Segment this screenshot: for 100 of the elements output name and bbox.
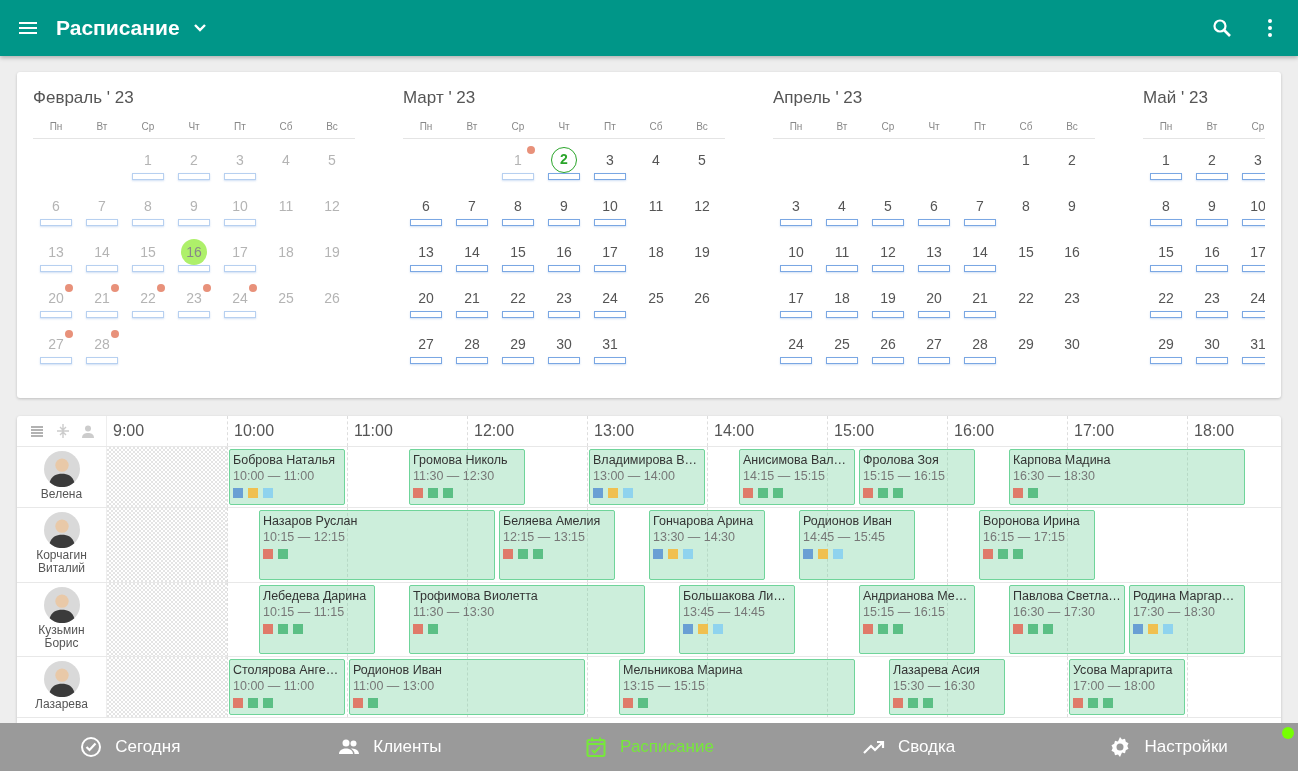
calendar-day[interactable]: 10 — [783, 239, 809, 265]
calendar-day[interactable]: 29 — [1013, 331, 1039, 357]
calendar-day[interactable]: 15 — [505, 239, 531, 265]
calendar-day[interactable]: 19 — [689, 239, 715, 265]
appointment-card[interactable]: Карпова Мадина 16:30 — 18:30 — [1009, 449, 1245, 506]
calendar-day[interactable]: 12 — [689, 193, 715, 219]
calendar-day[interactable]: 3 — [1245, 147, 1265, 173]
calendar-day[interactable]: 15 — [1013, 239, 1039, 265]
calendar-day[interactable]: 15 — [1153, 239, 1179, 265]
calendar-day[interactable]: 22 — [1153, 285, 1179, 311]
calendar-day[interactable]: 21 — [459, 285, 485, 311]
calendar-day[interactable]: 29 — [1153, 331, 1179, 357]
calendar-day[interactable]: 1 — [1153, 147, 1179, 173]
calendar-day[interactable]: 20 — [413, 285, 439, 311]
calendar-day[interactable]: 30 — [1199, 331, 1225, 357]
calendar-day[interactable]: 16 — [1199, 239, 1225, 265]
calendar-day[interactable]: 23 — [551, 285, 577, 311]
calendar-day[interactable]: 6 — [413, 193, 439, 219]
calendar-day[interactable]: 10 — [597, 193, 623, 219]
calendar-day[interactable]: 31 — [1245, 331, 1265, 357]
calendar-day[interactable]: 8 — [1153, 193, 1179, 219]
calendar-day[interactable]: 3 — [597, 147, 623, 173]
calendar-day[interactable]: 22 — [505, 285, 531, 311]
calendar-day[interactable]: 28 — [967, 331, 993, 357]
calendar-day[interactable]: 18 — [643, 239, 669, 265]
calendar-day[interactable]: 9 — [1199, 193, 1225, 219]
calendar-day[interactable]: 2 — [1199, 147, 1225, 173]
appointment-card[interactable]: Фролова Зоя 15:15 — 16:15 — [859, 449, 975, 506]
appointment-card[interactable]: Громова Николь 11:30 — 12:30 — [409, 449, 525, 506]
appointment-card[interactable]: Андрианова Ме… 15:15 — 16:15 — [859, 584, 975, 654]
calendar-day[interactable]: 17 — [1245, 239, 1265, 265]
calendar-day[interactable]: 8 — [505, 193, 531, 219]
calendar-day[interactable]: 7 — [967, 193, 993, 219]
calendar-day[interactable]: 14 — [459, 239, 485, 265]
list-icon[interactable] — [28, 423, 45, 439]
appointment-card[interactable]: Павлова Светла… 16:30 — 17:30 — [1009, 584, 1125, 654]
avatar[interactable] — [43, 451, 80, 487]
calendar-day[interactable]: 5 — [689, 147, 715, 173]
calendar-day[interactable]: 13 — [413, 239, 439, 265]
calendar-day[interactable]: 8 — [1013, 193, 1039, 219]
appointment-card[interactable]: Воронова Ирина 16:15 — 17:15 — [979, 510, 1095, 580]
calendar-day[interactable]: 11 — [829, 239, 855, 265]
avatar[interactable] — [43, 512, 80, 549]
calendar-day[interactable]: 19 — [875, 285, 901, 311]
calendar-day[interactable]: 21 — [967, 285, 993, 311]
calendar-day[interactable]: 24 — [1245, 285, 1265, 311]
calendar-day[interactable]: 17 — [783, 285, 809, 311]
calendar-day[interactable]: 6 — [921, 193, 947, 219]
calendar-day[interactable]: 18 — [829, 285, 855, 311]
calendar-day[interactable]: 23 — [1059, 285, 1085, 311]
appointment-card[interactable]: Беляева Амелия 12:15 — 13:15 — [499, 510, 615, 580]
calendar-day[interactable]: 12 — [875, 239, 901, 265]
calendar-day[interactable]: 7 — [459, 193, 485, 219]
calendar-day[interactable]: 3 — [783, 193, 809, 219]
calendar-day[interactable]: 29 — [505, 331, 531, 357]
calendar-day[interactable]: 4 — [643, 147, 669, 173]
calendar-day[interactable]: 2 — [1059, 147, 1085, 173]
calendar-day[interactable]: 23 — [1199, 285, 1225, 311]
appointment-card[interactable]: Родионов Иван 11:00 — 13:00 — [349, 658, 585, 716]
appointment-card[interactable]: Большакова Ли… 13:45 — 14:45 — [679, 584, 795, 654]
appointment-card[interactable]: Боброва Наталья 10:00 — 11:00 — [229, 449, 345, 506]
appointment-card[interactable]: Лебедева Дарина 10:15 — 11:15 — [259, 584, 375, 654]
appointment-card[interactable]: Анисимова Вал… 14:15 — 15:15 — [739, 449, 855, 506]
calendar-day[interactable]: 30 — [1059, 331, 1085, 357]
appointment-card[interactable]: Назаров Руслан 10:15 — 12:15 — [259, 510, 495, 580]
appointment-card[interactable]: Гончарова Арина 13:30 — 14:30 — [649, 510, 765, 580]
calendar-day[interactable]: 25 — [643, 285, 669, 311]
calendar-day[interactable]: 5 — [875, 193, 901, 219]
calendar-day[interactable]: 11 — [643, 193, 669, 219]
calendar-day[interactable]: 27 — [921, 331, 947, 357]
calendar-day[interactable]: 10 — [1245, 193, 1265, 219]
appointment-card[interactable]: Родина Маргар… 17:30 — 18:30 — [1129, 584, 1245, 654]
calendar-day[interactable]: 14 — [967, 239, 993, 265]
appointment-card[interactable]: Столярова Анге… 10:00 — 11:00 — [229, 658, 345, 716]
calendar-day[interactable]: 26 — [875, 331, 901, 357]
calendar-day[interactable]: 26 — [689, 285, 715, 311]
calendar-day[interactable]: 24 — [783, 331, 809, 357]
calendar-day[interactable]: 31 — [597, 331, 623, 357]
avatar[interactable] — [43, 660, 80, 697]
calendar-day[interactable]: 27 — [413, 331, 439, 357]
calendar-day[interactable]: 9 — [1059, 193, 1085, 219]
appointment-card[interactable]: Мельникова Марина 13:15 — 15:15 — [619, 658, 855, 716]
calendar-day[interactable]: 13 — [921, 239, 947, 265]
calendar-day[interactable]: 4 — [829, 193, 855, 219]
calendar-day[interactable]: 20 — [921, 285, 947, 311]
calendar-day[interactable]: 22 — [1013, 285, 1039, 311]
calendar-day[interactable]: 30 — [551, 331, 577, 357]
calendar-day[interactable]: 17 — [597, 239, 623, 265]
calendar-day[interactable]: 16 — [1059, 239, 1085, 265]
calendar-day[interactable]: 16 — [551, 239, 577, 265]
calendar-day[interactable]: 28 — [459, 331, 485, 357]
appointment-card[interactable]: Трофимова Виолетта 11:30 — 13:30 — [409, 584, 645, 654]
calendar-day[interactable]: 9 — [551, 193, 577, 219]
calendar-day[interactable]: 24 — [597, 285, 623, 311]
appointment-card[interactable]: Усова Маргарита 17:00 — 18:00 — [1069, 658, 1185, 716]
calendar-day[interactable]: 25 — [829, 331, 855, 357]
avatar[interactable] — [43, 586, 80, 623]
appointment-card[interactable]: Владимирова В… 13:00 — 14:00 — [589, 449, 705, 506]
appointment-card[interactable]: Родионов Иван 14:45 — 15:45 — [799, 510, 915, 580]
appointment-card[interactable]: Лазарева Асия 15:30 — 16:30 — [889, 658, 1005, 716]
